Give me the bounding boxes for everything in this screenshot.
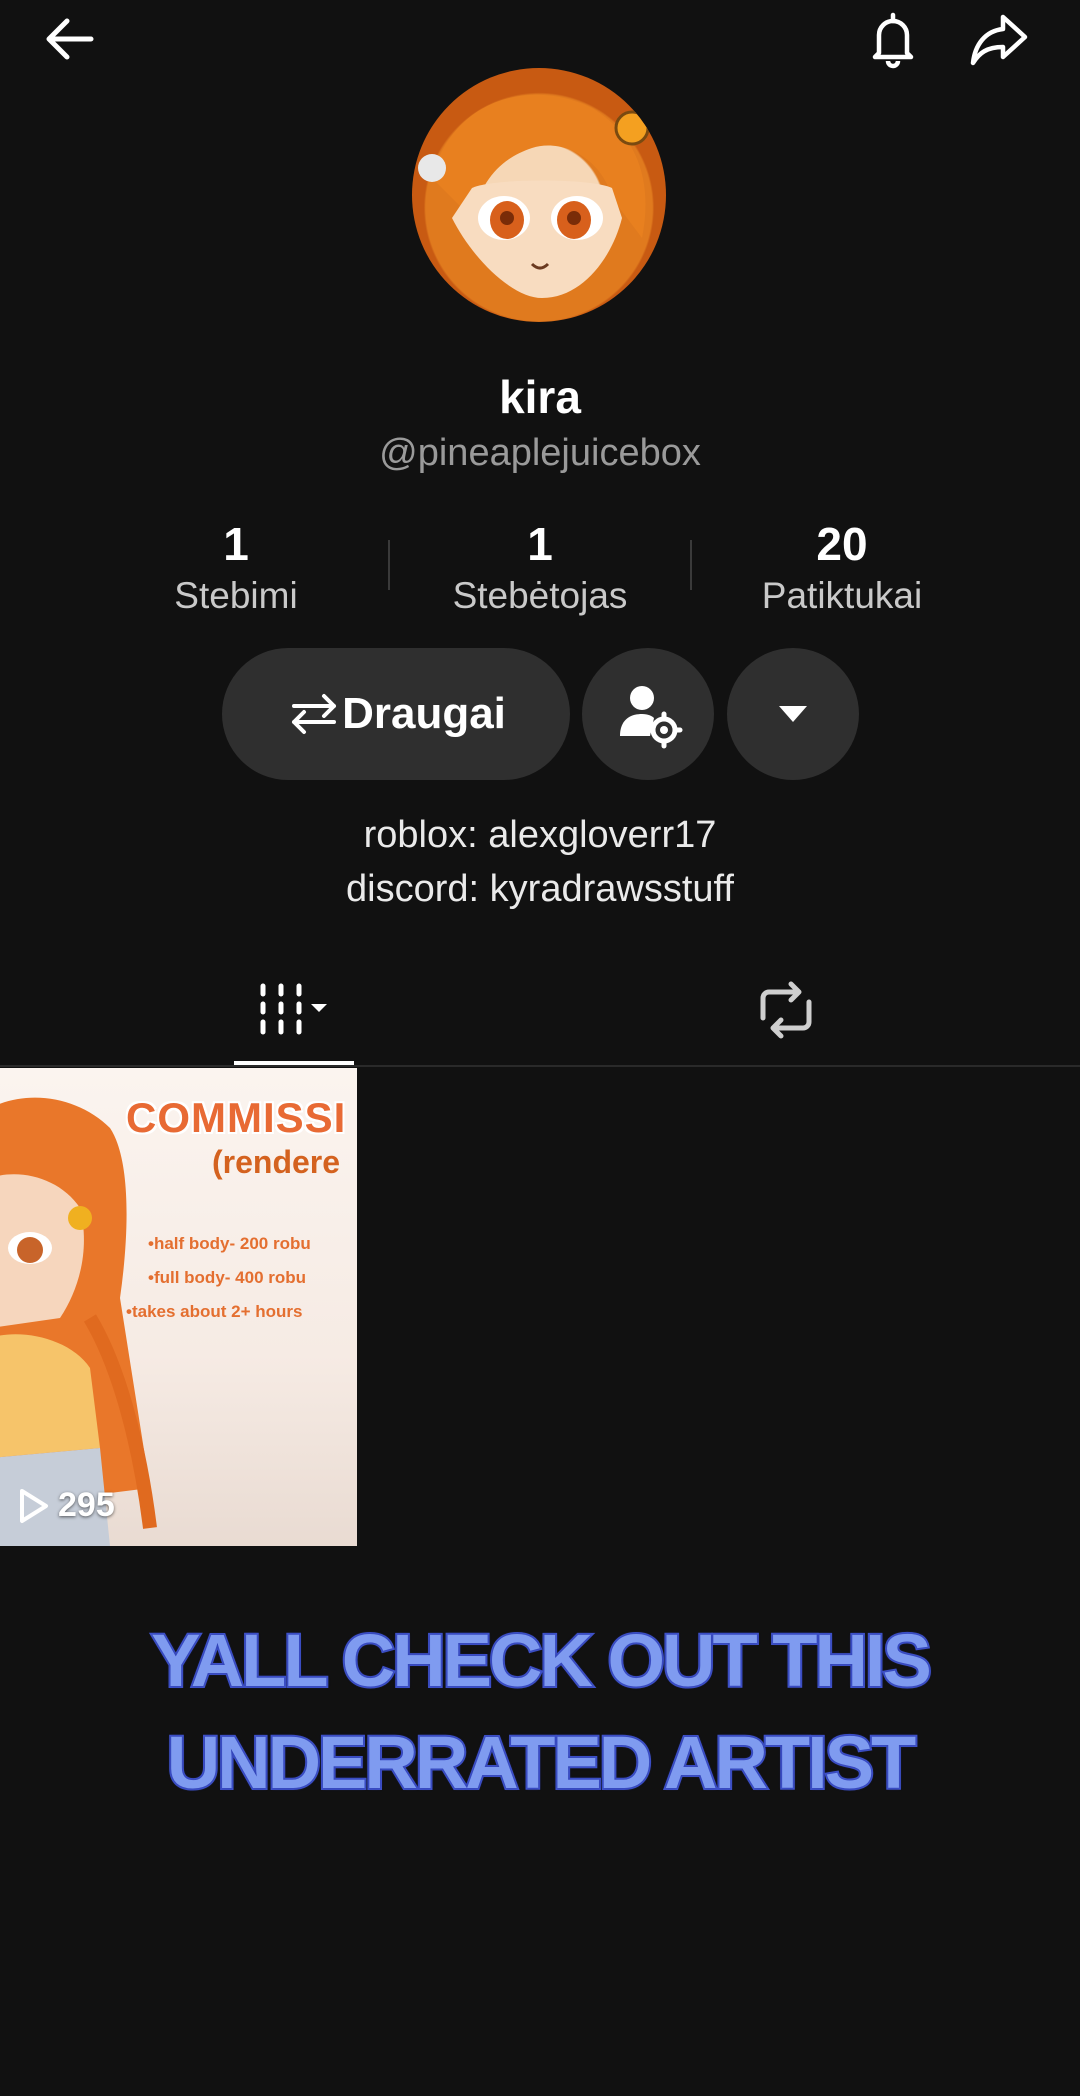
overlay-caption-line-2: UNDERRATED ARTIST xyxy=(165,1719,919,1806)
thumbnail-subtitle-text: (rendere xyxy=(212,1144,341,1180)
stat-followers-value: 1 xyxy=(527,518,553,570)
share-arrow-icon[interactable] xyxy=(964,4,1034,74)
thumbnail-title-text: COMMISSI xyxy=(126,1094,347,1141)
user-settings-button[interactable] xyxy=(582,648,714,780)
stat-divider xyxy=(388,540,390,590)
stat-likes[interactable]: 20 Patiktukai xyxy=(702,518,982,622)
anime-avatar-icon xyxy=(418,94,650,298)
bio-line-1: roblox: alexgloverr17 xyxy=(363,814,717,856)
stat-divider xyxy=(690,540,692,590)
stat-followers[interactable]: 1 Stebėtojas xyxy=(400,518,680,622)
thumbnail-line-2: •full body- 400 robu xyxy=(148,1268,307,1287)
tab-reposts[interactable] xyxy=(726,970,846,1050)
bio-line-2: discord: kyradrawsstuff xyxy=(346,868,734,910)
swap-arrows-icon xyxy=(292,694,337,734)
profile-avatar xyxy=(412,68,666,322)
grid-icon xyxy=(260,983,327,1035)
play-icon xyxy=(20,1488,48,1523)
repost-icon xyxy=(760,981,812,1039)
thumbnail-line-3: •takes about 2+ hours xyxy=(126,1302,303,1321)
view-count-text: 295 xyxy=(58,1486,115,1524)
overlay-caption-line-1: YALL CHECK OUT THIS xyxy=(149,1617,934,1704)
video-view-count: 295 xyxy=(18,1486,115,1525)
caret-down-icon xyxy=(779,706,807,722)
stat-following-label: Stebimi xyxy=(174,575,298,616)
profile-handle: @pineaplejuicebox xyxy=(379,432,701,474)
more-dropdown-button[interactable] xyxy=(727,648,859,780)
notification-bell-icon[interactable] xyxy=(858,4,928,74)
stat-following-value: 1 xyxy=(223,518,249,570)
stat-likes-value: 20 xyxy=(816,518,868,570)
back-arrow-icon[interactable] xyxy=(36,4,106,74)
tab-videos[interactable] xyxy=(234,970,354,1050)
video-thumbnail[interactable]: COMMISSI (rendere •half body- 200 robu •… xyxy=(0,1068,357,1546)
friends-button-label: Draugai xyxy=(342,689,506,738)
profile-name: kira xyxy=(499,371,581,423)
tabs-divider xyxy=(0,1065,1080,1067)
stat-likes-label: Patiktukai xyxy=(761,575,923,616)
stat-followers-label: Stebėtojas xyxy=(452,575,628,616)
friends-button[interactable]: Draugai xyxy=(222,648,570,780)
thumbnail-line-1: •half body- 200 robu xyxy=(148,1234,311,1253)
stat-following[interactable]: 1 Stebimi xyxy=(96,518,376,622)
user-gear-icon xyxy=(620,686,683,749)
